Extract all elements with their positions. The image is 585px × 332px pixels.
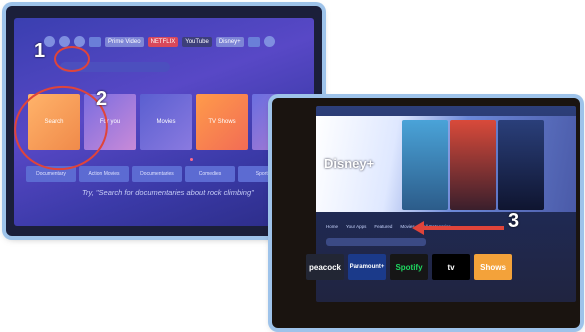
disney-logo: Disney+	[324, 156, 375, 171]
poster-3[interactable]	[498, 120, 544, 210]
search-input-2[interactable]	[326, 238, 426, 246]
annotation-circle-1	[54, 46, 90, 72]
step-label-2: 2	[96, 88, 108, 110]
annotation-arrow	[420, 226, 504, 230]
settings-icon[interactable]	[247, 36, 260, 47]
focus-indicator	[190, 158, 193, 161]
tab-home[interactable]: Home	[326, 224, 338, 229]
step-label-1: 1	[34, 40, 46, 62]
app-disney[interactable]: Disney+	[215, 36, 244, 47]
poster-1[interactable]	[402, 120, 448, 210]
app-peacock[interactable]: peacock	[306, 254, 344, 280]
app-apple-tv[interactable]: tv	[432, 254, 470, 280]
app-row: peacock Paramount+ Spotify tv Shows	[306, 254, 512, 280]
tab-your-apps[interactable]: Your Apps	[346, 224, 366, 229]
tab-featured[interactable]: Featured	[374, 224, 392, 229]
chip-comedies[interactable]: Comedies	[185, 166, 235, 182]
step-label-3: 3	[508, 210, 520, 232]
app-prime[interactable]: Prime Video	[105, 36, 144, 47]
app-shows[interactable]: Shows	[474, 254, 512, 280]
top-nav-bar: Prime Video NETFLIX YouTube Disney+	[44, 36, 275, 47]
app-icon[interactable]	[89, 36, 101, 47]
app-paramount[interactable]: Paramount+	[348, 254, 386, 280]
app-netflix[interactable]: NETFLIX	[147, 36, 179, 47]
search-icon[interactable]	[44, 36, 55, 47]
tile-tv-shows[interactable]: TV Shows	[196, 94, 248, 150]
voice-hint: Try, "Search for documentaries about roc…	[82, 188, 254, 197]
chip-documentaries[interactable]: Documentaries	[132, 166, 182, 182]
app-youtube[interactable]: YouTube	[182, 36, 212, 47]
profile-icon[interactable]	[263, 36, 275, 47]
app-spotify[interactable]: Spotify	[390, 254, 428, 280]
tv-photo-disney: Disney+ Home Your Apps Featured Movies A…	[272, 98, 580, 328]
tile-movies[interactable]: Movies	[140, 94, 192, 150]
poster-2[interactable]	[450, 120, 496, 210]
chip-action[interactable]: Action Movies	[79, 166, 129, 182]
